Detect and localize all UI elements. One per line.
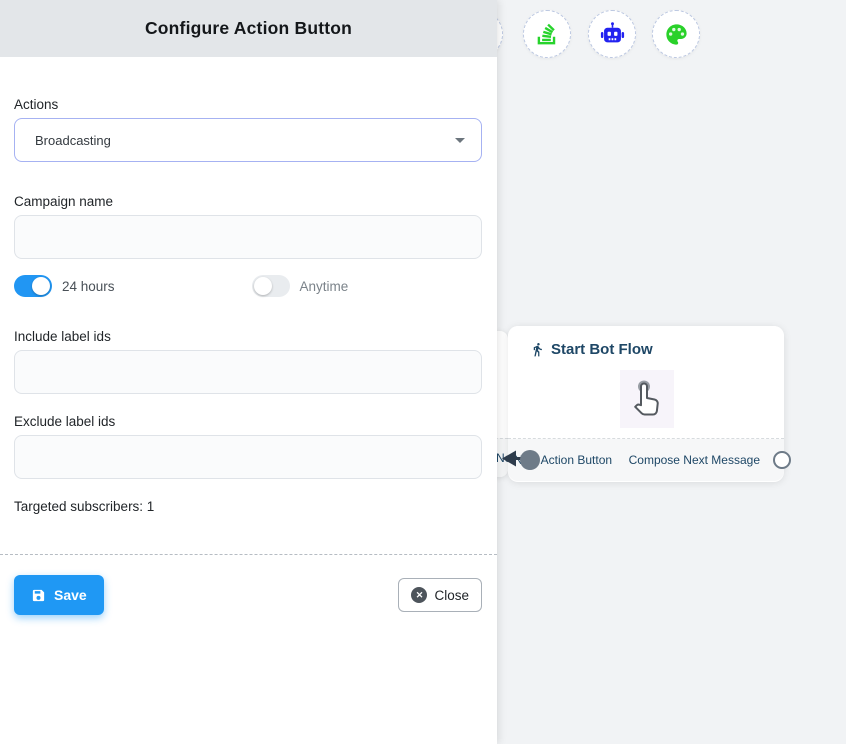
actions-label: Actions: [14, 97, 482, 112]
toggle-anytime[interactable]: [252, 275, 290, 297]
tap-cursor: [620, 370, 674, 428]
panel-body: Actions Broadcasting Campaign name 24 ho…: [0, 57, 497, 744]
node-title: Start Bot Flow: [551, 341, 653, 358]
chevron-down-icon: [455, 138, 465, 143]
palette-icon: [663, 21, 690, 48]
robot-icon: [599, 21, 626, 48]
save-button[interactable]: Save: [14, 575, 104, 615]
stack-icon: [534, 21, 560, 47]
panel-divider: [0, 554, 497, 555]
exclude-label-ids-label: Exclude label ids: [14, 414, 482, 429]
toolbar-button-theme[interactable]: [652, 10, 700, 58]
toggle-knob: [254, 277, 272, 295]
toolbar-button-bot[interactable]: [588, 10, 636, 58]
schedule-toggle-row: 24 hours Anytime: [14, 275, 482, 297]
toggle-knob: [32, 277, 50, 295]
toolbar-button-stack[interactable]: [523, 10, 571, 58]
node-title-row: Start Bot Flow: [530, 341, 653, 358]
walking-person-icon: [530, 341, 545, 358]
include-label-ids-label: Include label ids: [14, 329, 482, 344]
toggle-24-hours-label: 24 hours: [62, 279, 115, 294]
anytime-toggle-group: Anytime: [252, 275, 349, 297]
flow-canvas[interactable]: New Start Bot Flow: [497, 0, 846, 744]
node-footer: New Action Button Compose Next Message: [508, 439, 784, 481]
compose-next-message-label[interactable]: Compose Next Message: [629, 453, 760, 467]
campaign-name-label: Campaign name: [14, 194, 482, 209]
flow-node-start-bot-flow[interactable]: Start Bot Flow New Action Button: [508, 326, 784, 482]
node-body: Start Bot Flow: [508, 326, 784, 438]
configure-action-panel: Configure Action Button Actions Broadcas…: [0, 0, 497, 744]
save-button-label: Save: [54, 587, 87, 603]
open-port-handle[interactable]: [773, 451, 791, 469]
include-label-ids-input[interactable]: [14, 350, 482, 394]
exclude-label-ids-input[interactable]: [14, 435, 482, 479]
close-icon: ✕: [411, 587, 427, 603]
panel-header: Configure Action Button: [0, 0, 497, 57]
panel-footer: Save ✕ Close: [14, 575, 482, 615]
close-button[interactable]: ✕ Close: [398, 578, 482, 612]
app-root: Configure Action Button Actions Broadcas…: [0, 0, 846, 744]
toggle-24-hours[interactable]: [14, 275, 52, 297]
toggle-anytime-label: Anytime: [300, 279, 349, 294]
campaign-name-input[interactable]: [14, 215, 482, 259]
connected-port-handle[interactable]: [520, 450, 540, 470]
panel-title: Configure Action Button: [145, 18, 352, 39]
toolbar-button-partial[interactable]: [497, 10, 503, 58]
actions-selected-value: Broadcasting: [35, 133, 111, 148]
save-icon: [31, 588, 46, 603]
close-button-label: Close: [434, 588, 469, 603]
actions-select[interactable]: Broadcasting: [14, 118, 482, 162]
targeted-subscribers-text: Targeted subscribers: 1: [14, 499, 482, 514]
